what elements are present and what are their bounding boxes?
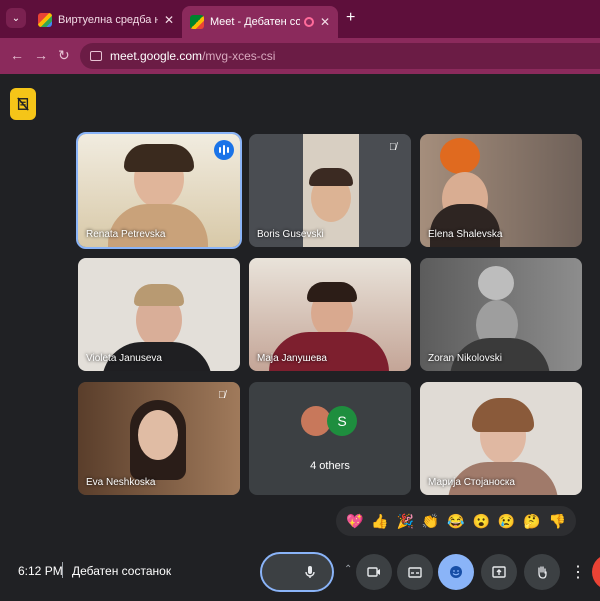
mic-off-icon: 🎙̸ bbox=[389, 142, 397, 153]
person-body bbox=[269, 332, 389, 371]
raise-hand-button[interactable] bbox=[524, 554, 560, 590]
cat-filter-shape bbox=[440, 138, 480, 174]
forward-arrow-icon[interactable]: → bbox=[34, 47, 48, 63]
emoji-icon bbox=[450, 566, 462, 578]
meeting-title: Дебатен состанок bbox=[72, 564, 172, 578]
person-body bbox=[430, 204, 500, 247]
back-arrow-icon[interactable]: ← bbox=[10, 47, 24, 63]
participant-name: Eva Neshkoska bbox=[86, 477, 156, 488]
more-options-icon[interactable]: ⋮ bbox=[570, 562, 586, 582]
notes-off-icon bbox=[17, 97, 29, 111]
participant-tile[interactable]: Maja Janушева bbox=[249, 258, 411, 371]
reaction-heart[interactable]: 💖 bbox=[346, 514, 363, 528]
participant-tile[interactable]: Zoran Nikolovski bbox=[420, 258, 582, 371]
reactions-button[interactable] bbox=[438, 554, 474, 590]
mic-off-icon: 🎙̸ bbox=[218, 390, 226, 401]
present-icon bbox=[492, 566, 506, 578]
camera-toggle-button[interactable] bbox=[356, 554, 392, 590]
reload-icon[interactable]: ↻ bbox=[58, 47, 70, 64]
tab-title: Виртуелна средба на дебатни bbox=[58, 14, 158, 26]
divider bbox=[62, 562, 63, 578]
others-avatars: S bbox=[301, 406, 357, 436]
url-host: meet.google.com bbox=[110, 49, 203, 63]
rabbit-filter-shape bbox=[478, 266, 514, 300]
video-options-chevron-icon[interactable]: ⌃ bbox=[344, 564, 352, 575]
reactions-bar: 💖 👍 🎉 👏 😂 😮 😢 🤔 👎 bbox=[336, 506, 576, 536]
tab-title: Meet - Дебатен состанок bbox=[210, 16, 300, 28]
site-info-icon[interactable] bbox=[90, 51, 102, 61]
browser-toolbar: ← → ↻ meet.google.com/mvg-xces-csi bbox=[0, 38, 600, 74]
meet-favicon-icon bbox=[190, 15, 204, 29]
close-icon[interactable]: ✕ bbox=[320, 15, 330, 29]
gmail-favicon-icon bbox=[38, 13, 52, 27]
captions-icon bbox=[408, 567, 422, 578]
recording-indicator-icon bbox=[303, 17, 314, 27]
participant-tile[interactable]: 🎙̸ Boris Gusevski bbox=[249, 134, 411, 247]
tab-meet[interactable]: Meet - Дебатен состанок ✕ bbox=[182, 6, 338, 38]
mic-toggle-button[interactable] bbox=[260, 552, 334, 592]
microphone-icon bbox=[305, 566, 315, 578]
reaction-laugh[interactable]: 😂 bbox=[447, 514, 464, 528]
participant-tile[interactable]: Марија Стојаноска bbox=[420, 382, 582, 495]
participant-name: Violeta Januseva bbox=[86, 353, 162, 364]
others-count-label: 4 others bbox=[310, 460, 350, 472]
browser-tabbar: ⌄ Виртуелна средба на дебатни ✕ Meet - Д… bbox=[0, 0, 600, 38]
person-hair bbox=[472, 398, 534, 432]
participant-tile[interactable]: Violeta Januseva bbox=[78, 258, 240, 371]
person-hair bbox=[309, 168, 353, 186]
reaction-thumbs-up[interactable]: 👍 bbox=[371, 514, 388, 528]
participant-name: Maja Janушева bbox=[257, 353, 327, 364]
address-bar[interactable]: meet.google.com/mvg-xces-csi bbox=[80, 43, 600, 69]
leave-call-button[interactable] bbox=[592, 554, 600, 590]
speaking-indicator-icon bbox=[214, 140, 234, 160]
avatar: S bbox=[327, 406, 357, 436]
participant-name: Elena Shalevska bbox=[428, 229, 503, 240]
person-hair bbox=[124, 144, 194, 172]
close-icon[interactable]: ✕ bbox=[164, 13, 174, 27]
participant-tile[interactable]: 🎙̸ Eva Neshkoska bbox=[78, 382, 240, 495]
present-screen-button[interactable] bbox=[481, 554, 517, 590]
reaction-thumbs-down[interactable]: 👎 bbox=[549, 514, 566, 528]
person-body bbox=[108, 204, 208, 247]
reaction-party[interactable]: 🎉 bbox=[397, 514, 414, 528]
new-tab-button[interactable]: + bbox=[346, 9, 355, 27]
participant-name: Zoran Nikolovski bbox=[428, 353, 502, 364]
others-tile[interactable]: S 4 others bbox=[249, 382, 411, 495]
reaction-thinking[interactable]: 🤔 bbox=[523, 514, 540, 528]
person-hair bbox=[307, 282, 357, 302]
reaction-sad[interactable]: 😢 bbox=[498, 514, 515, 528]
hand-icon bbox=[538, 566, 547, 579]
participant-tile[interactable]: Renata Petrevska bbox=[76, 132, 242, 249]
reaction-surprised[interactable]: 😮 bbox=[473, 514, 490, 528]
participant-name: Марија Стојаноска bbox=[428, 477, 515, 488]
person-face-front bbox=[138, 410, 178, 460]
camera-icon bbox=[367, 567, 380, 577]
tab-gmail[interactable]: Виртуелна средба на дебатни ✕ bbox=[30, 6, 182, 34]
screen: ⌄ Виртуелна средба на дебатни ✕ Meet - Д… bbox=[0, 0, 600, 601]
captions-button[interactable] bbox=[397, 554, 433, 590]
clock: 6:12 PM bbox=[18, 564, 63, 578]
notes-off-button[interactable] bbox=[10, 88, 36, 120]
participant-name: Renata Petrevska bbox=[86, 229, 166, 240]
bottom-control-bar: 6:12 PM Дебатен состанок ⌃ ⌃ bbox=[0, 540, 600, 601]
participant-tile[interactable]: Elena Shalevska bbox=[420, 134, 582, 247]
tab-search-button[interactable]: ⌄ bbox=[6, 8, 26, 28]
url-path: /mvg-xces-csi bbox=[202, 49, 276, 63]
person-hair bbox=[134, 284, 184, 306]
reaction-clap[interactable]: 👏 bbox=[422, 514, 439, 528]
participant-name: Boris Gusevski bbox=[257, 229, 324, 240]
